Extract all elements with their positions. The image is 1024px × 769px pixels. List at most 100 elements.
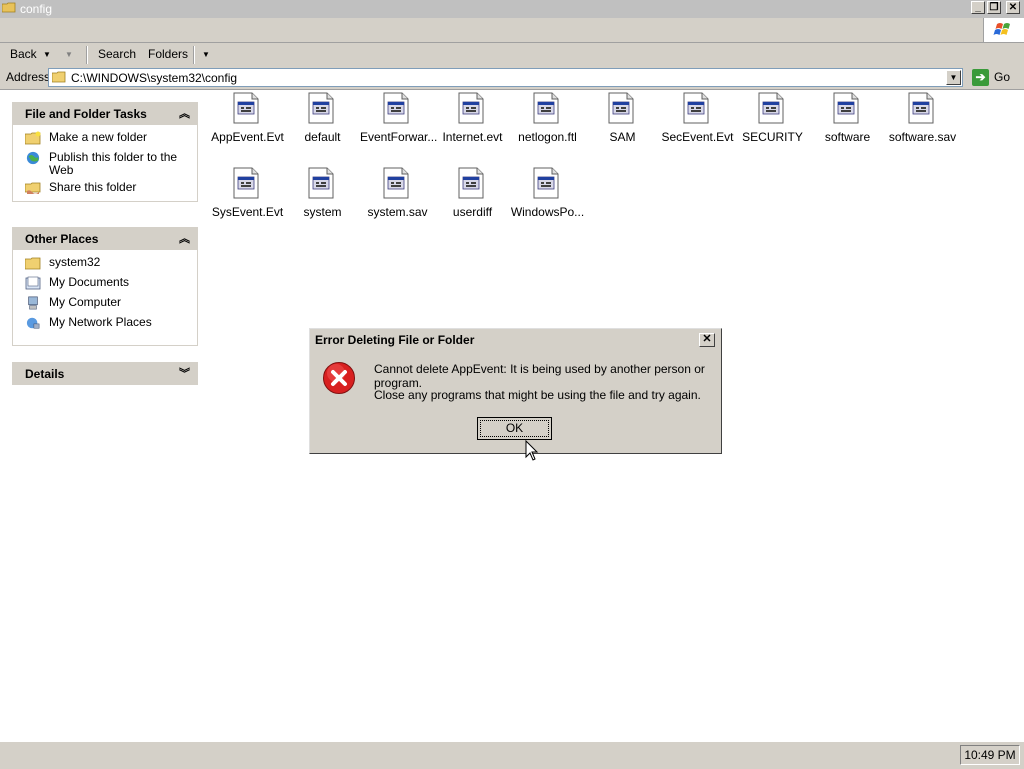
- new-folder-icon: [25, 131, 41, 145]
- file-item[interactable]: EventForwar...: [360, 92, 438, 162]
- system-file-icon: [908, 92, 934, 124]
- share-folder-icon: [25, 182, 41, 194]
- clock: 10:49 PM: [960, 745, 1020, 765]
- system-file-icon: [683, 92, 709, 124]
- file-item[interactable]: SysEvent.Evt: [210, 167, 285, 237]
- system-file-icon: [458, 167, 484, 199]
- back-button[interactable]: Back: [10, 47, 37, 61]
- dialog-close-button[interactable]: ✕: [699, 333, 715, 347]
- address-input[interactable]: C:\WINDOWS\system32\config ▼: [48, 68, 963, 87]
- toolbar: Back ▼ ▼ Search Folders ▼: [0, 43, 1024, 68]
- toolbar-separator: [86, 46, 88, 64]
- views-dropdown-icon[interactable]: ▼: [202, 50, 210, 59]
- file-item[interactable]: AppEvent.Evt: [210, 92, 285, 162]
- toolbar-separator: [193, 46, 195, 64]
- file-item[interactable]: system.sav: [360, 167, 435, 237]
- network-icon: [26, 317, 40, 329]
- place-network-link[interactable]: My Network Places: [13, 316, 197, 336]
- go-button[interactable]: ➔ Go: [970, 68, 1020, 87]
- collapse-chevron-icon[interactable]: ︽: [179, 230, 190, 246]
- task-label: Make a new folder: [49, 130, 148, 144]
- system-file-icon: [458, 92, 484, 124]
- file-name: EventForwar...: [360, 130, 438, 144]
- place-label: system32: [49, 255, 101, 269]
- system-file-icon: [233, 92, 259, 124]
- documents-icon: [25, 276, 41, 290]
- system-file-icon: [608, 92, 634, 124]
- panel-header[interactable]: Details ︾: [12, 362, 198, 385]
- task-label: Share this folder: [49, 180, 137, 194]
- dialog-message-hint: Close any programs that might be using t…: [374, 388, 701, 402]
- address-dropdown-icon[interactable]: ▼: [946, 70, 961, 85]
- file-name: userdiff: [452, 205, 493, 219]
- ok-label: OK: [480, 420, 549, 437]
- restore-button[interactable]: ❐: [987, 1, 1001, 14]
- search-button[interactable]: Search: [98, 47, 136, 61]
- address-label: Address: [6, 70, 51, 84]
- file-name: SECURITY: [742, 130, 803, 144]
- details-panel: Details ︾: [12, 362, 198, 385]
- place-label: My Network Places: [49, 315, 152, 329]
- place-my-documents-link[interactable]: My Documents: [13, 276, 197, 296]
- file-item[interactable]: WindowsPo...: [510, 167, 585, 237]
- file-name: default: [304, 130, 341, 144]
- place-label: My Documents: [49, 275, 130, 289]
- file-name: SysEvent.Evt: [211, 205, 284, 219]
- system-file-icon: [383, 92, 409, 124]
- file-item[interactable]: SAM: [585, 92, 660, 162]
- computer-icon: [28, 296, 38, 310]
- file-item[interactable]: SecEvent.Evt: [660, 92, 735, 162]
- minimize-button[interactable]: _: [971, 1, 985, 14]
- file-name: SecEvent.Evt: [661, 130, 734, 144]
- window-title: config: [20, 2, 53, 16]
- system-file-icon: [308, 92, 334, 124]
- dialog-title: Error Deleting File or Folder: [315, 333, 475, 347]
- expand-chevron-icon[interactable]: ︾: [179, 365, 190, 381]
- forward-dropdown-icon[interactable]: ▼: [65, 50, 73, 59]
- ok-button[interactable]: OK: [477, 417, 552, 440]
- system-file-icon: [308, 167, 334, 199]
- system-file-icon: [533, 92, 559, 124]
- folders-button[interactable]: Folders: [148, 47, 188, 61]
- file-name: SAM: [609, 130, 636, 144]
- publish-folder-link[interactable]: Publish this folder to the Web: [13, 151, 197, 181]
- system-file-icon: [533, 167, 559, 199]
- system-file-icon: [758, 92, 784, 124]
- place-system32-link[interactable]: system32: [13, 256, 197, 276]
- file-item[interactable]: default: [285, 92, 360, 162]
- error-dialog: Error Deleting File or Folder ✕ Cannot d…: [309, 328, 722, 454]
- back-dropdown-icon[interactable]: ▼: [43, 50, 51, 59]
- dialog-message: Cannot delete AppEvent: It is being used…: [374, 362, 705, 390]
- file-name: software: [824, 130, 871, 144]
- file-item[interactable]: netlogon.ftl: [510, 92, 585, 162]
- file-name: Internet.evt: [442, 130, 503, 144]
- file-item[interactable]: system: [285, 167, 360, 237]
- panel-header[interactable]: File and Folder Tasks ︽: [12, 102, 198, 125]
- file-item[interactable]: software.sav: [885, 92, 960, 162]
- file-item[interactable]: Internet.evt: [435, 92, 510, 162]
- file-name: netlogon.ftl: [518, 130, 577, 144]
- place-my-computer-link[interactable]: My Computer: [13, 296, 197, 316]
- file-item[interactable]: software: [810, 92, 885, 162]
- system-file-icon: [833, 92, 859, 124]
- panel-title: Details: [25, 367, 65, 381]
- folder-icon: [2, 2, 16, 13]
- task-label: Publish this folder to the Web: [49, 150, 178, 177]
- file-folder-tasks-panel: File and Folder Tasks ︽ Make a new folde…: [12, 102, 198, 202]
- panel-title: File and Folder Tasks: [25, 107, 147, 121]
- make-new-folder-link[interactable]: Make a new folder: [13, 131, 197, 151]
- mouse-pointer-icon: [525, 440, 539, 461]
- close-window-button[interactable]: ✕: [1006, 1, 1020, 14]
- panel-header[interactable]: Other Places ︽: [12, 227, 198, 250]
- status-bar: 10:49 PM: [0, 741, 1024, 769]
- system-file-icon: [383, 167, 409, 199]
- title-bar: config _ ❐ ✕: [0, 0, 1024, 18]
- file-name: software.sav: [888, 130, 957, 144]
- share-folder-link[interactable]: Share this folder: [13, 181, 197, 201]
- system-file-icon: [233, 167, 259, 199]
- panel-title: Other Places: [25, 232, 99, 246]
- dialog-title-bar: Error Deleting File or Folder ✕: [312, 331, 717, 349]
- file-item[interactable]: userdiff: [435, 167, 510, 237]
- file-item[interactable]: SECURITY: [735, 92, 810, 162]
- collapse-chevron-icon[interactable]: ︽: [179, 105, 190, 121]
